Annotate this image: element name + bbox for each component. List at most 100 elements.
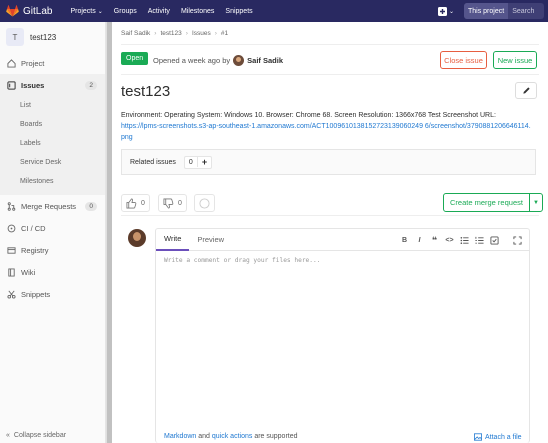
create-merge-request-button[interactable]: Create merge request ▼	[443, 193, 543, 212]
related-issues-block: Related issues 0 +	[121, 149, 536, 175]
issue-title: test123	[121, 83, 171, 100]
issues-count-badge: 2	[85, 80, 97, 90]
screenshot-link[interactable]: https://lpms-screenshots.s3-ap-southeast…	[121, 123, 531, 141]
breadcrumb-issues[interactable]: Issues	[192, 30, 211, 37]
new-issue-button[interactable]: New issue	[493, 51, 537, 69]
markdown-help-text: Markdown and quick actions are supported	[164, 433, 298, 440]
sidebar-subitem-service-desk[interactable]: Service Desk	[0, 153, 105, 172]
sidebar: T test123 Project Issues 2 List Boards L…	[0, 22, 106, 443]
chevron-right-icon: ›	[214, 30, 217, 37]
gitlab-tanuki-icon	[6, 5, 19, 17]
container-icon	[6, 246, 16, 255]
gitlab-logo[interactable]: GitLab	[6, 5, 52, 17]
breadcrumb-project[interactable]: test123	[160, 30, 181, 37]
top-navbar: GitLab Projects ⌄ Groups Activity Milesto…	[0, 0, 548, 22]
sidebar-item-label: Issues	[21, 80, 45, 90]
issues-icon	[6, 80, 16, 90]
chevron-right-icon: ›	[154, 30, 157, 37]
comment-textarea[interactable]: Write a comment or drag your files here.…	[164, 257, 320, 264]
quick-actions-link[interactable]: quick actions	[212, 433, 252, 440]
italic-icon[interactable]: I	[412, 233, 427, 247]
attach-file-button[interactable]: Attach a file	[474, 433, 522, 441]
search-input[interactable]: This project Search	[464, 3, 544, 19]
nav-activity[interactable]: Activity	[148, 8, 170, 15]
fullscreen-icon[interactable]	[510, 233, 525, 247]
sidebar-item-project[interactable]: Project	[0, 52, 105, 74]
thumbs-down-button[interactable]: 0	[158, 194, 187, 212]
sidebar-subitem-labels[interactable]: Labels	[0, 134, 105, 153]
sidebar-subitem-boards[interactable]: Boards	[0, 115, 105, 134]
thumbs-down-icon	[163, 198, 174, 208]
collapse-sidebar-button[interactable]: « Collapse sidebar	[6, 432, 66, 439]
project-name: test123	[30, 32, 57, 42]
plus-square-icon	[437, 6, 447, 16]
bullet-list-icon[interactable]	[457, 233, 472, 247]
book-icon	[6, 267, 16, 277]
sidebar-item-snippets[interactable]: Snippets	[0, 283, 105, 305]
comment-editor: Write Preview B I ❝ <> Write a comment o…	[155, 228, 530, 443]
header-divider	[121, 74, 539, 75]
and-text: and	[198, 433, 210, 440]
tab-write[interactable]: Write	[156, 229, 190, 251]
numbered-list-icon[interactable]	[472, 233, 487, 247]
current-user-avatar	[128, 229, 146, 247]
quote-icon[interactable]: ❝	[427, 233, 442, 247]
tab-preview[interactable]: Preview	[189, 229, 232, 251]
sidebar-item-issues[interactable]: Issues 2	[0, 74, 105, 96]
sidebar-item-label: CI / CD	[21, 223, 46, 233]
thumbs-up-icon	[126, 198, 137, 208]
chevron-down-icon: ⌄	[448, 8, 454, 15]
sidebar-item-merge-requests[interactable]: Merge Requests 0	[0, 195, 105, 217]
search-placeholder: Search	[512, 7, 535, 15]
add-reaction-button[interactable]	[194, 194, 215, 212]
thumbs-up-count: 0	[141, 199, 145, 207]
add-related-issue-button[interactable]: +	[196, 157, 211, 167]
awards-divider	[121, 215, 539, 216]
edit-button[interactable]	[515, 82, 537, 99]
related-issues-label: Related issues	[130, 158, 176, 166]
close-issue-button[interactable]: Close issue	[440, 51, 487, 69]
status-badge: Open	[121, 52, 149, 65]
nav-snippets[interactable]: Snippets	[225, 8, 252, 15]
nav-milestones[interactable]: Milestones	[181, 8, 214, 15]
code-icon[interactable]: <>	[442, 233, 457, 247]
issues-submenu: List Boards Labels Service Desk Mileston…	[0, 96, 105, 195]
sidebar-item-label: Snippets	[21, 289, 51, 299]
merge-request-icon	[6, 201, 16, 211]
task-list-icon[interactable]	[487, 233, 502, 247]
thumbs-up-button[interactable]: 0	[121, 194, 150, 212]
chevron-down-icon[interactable]: ▼	[528, 194, 542, 211]
breadcrumb-divider	[121, 44, 539, 45]
sidebar-project-header[interactable]: T test123	[0, 22, 105, 52]
search-scope-badge: This project	[464, 3, 509, 19]
sidebar-item-registry[interactable]: Registry	[0, 239, 105, 261]
thumbs-down-count: 0	[178, 199, 182, 207]
issue-page: Saif Sadik › test123 › Issues › #1 Open Ope…	[112, 22, 548, 443]
bold-icon[interactable]: B	[397, 233, 412, 247]
image-icon	[474, 433, 482, 441]
sidebar-item-wiki[interactable]: Wiki	[0, 261, 105, 283]
scissors-icon	[6, 290, 16, 299]
brand-name: GitLab	[23, 5, 53, 17]
issue-description: Environment: Operating System: Windows 1…	[121, 110, 531, 143]
sidebar-subitem-milestones[interactable]: Milestones	[0, 172, 105, 191]
sidebar-item-label: Wiki	[21, 267, 36, 277]
nav-projects[interactable]: Projects ⌄	[70, 8, 102, 15]
collapse-sidebar-label: Collapse sidebar	[13, 432, 67, 439]
project-avatar: T	[6, 28, 24, 46]
author-name[interactable]: Saif Sadik	[247, 56, 283, 65]
author-avatar[interactable]	[233, 55, 245, 66]
supported-text: are supported	[254, 433, 298, 440]
markdown-link[interactable]: Markdown	[164, 433, 196, 440]
breadcrumb: Saif Sadik › test123 › Issues › #1	[121, 30, 228, 37]
chevron-down-icon: ⌄	[97, 8, 103, 15]
sidebar-item-ci-cd[interactable]: CI / CD	[0, 217, 105, 239]
new-dropdown-button[interactable]: ⌄	[437, 6, 454, 16]
breadcrumb-issue-number[interactable]: #1	[221, 30, 228, 37]
pencil-icon	[522, 87, 530, 94]
nav-groups[interactable]: Groups	[114, 8, 137, 15]
breadcrumb-user[interactable]: Saif Sadik	[121, 30, 150, 37]
issue-meta: Opened a week ago by Saif Sadik	[153, 55, 283, 66]
sidebar-subitem-list[interactable]: List	[0, 96, 105, 115]
merge-requests-count-badge: 0	[85, 201, 97, 211]
